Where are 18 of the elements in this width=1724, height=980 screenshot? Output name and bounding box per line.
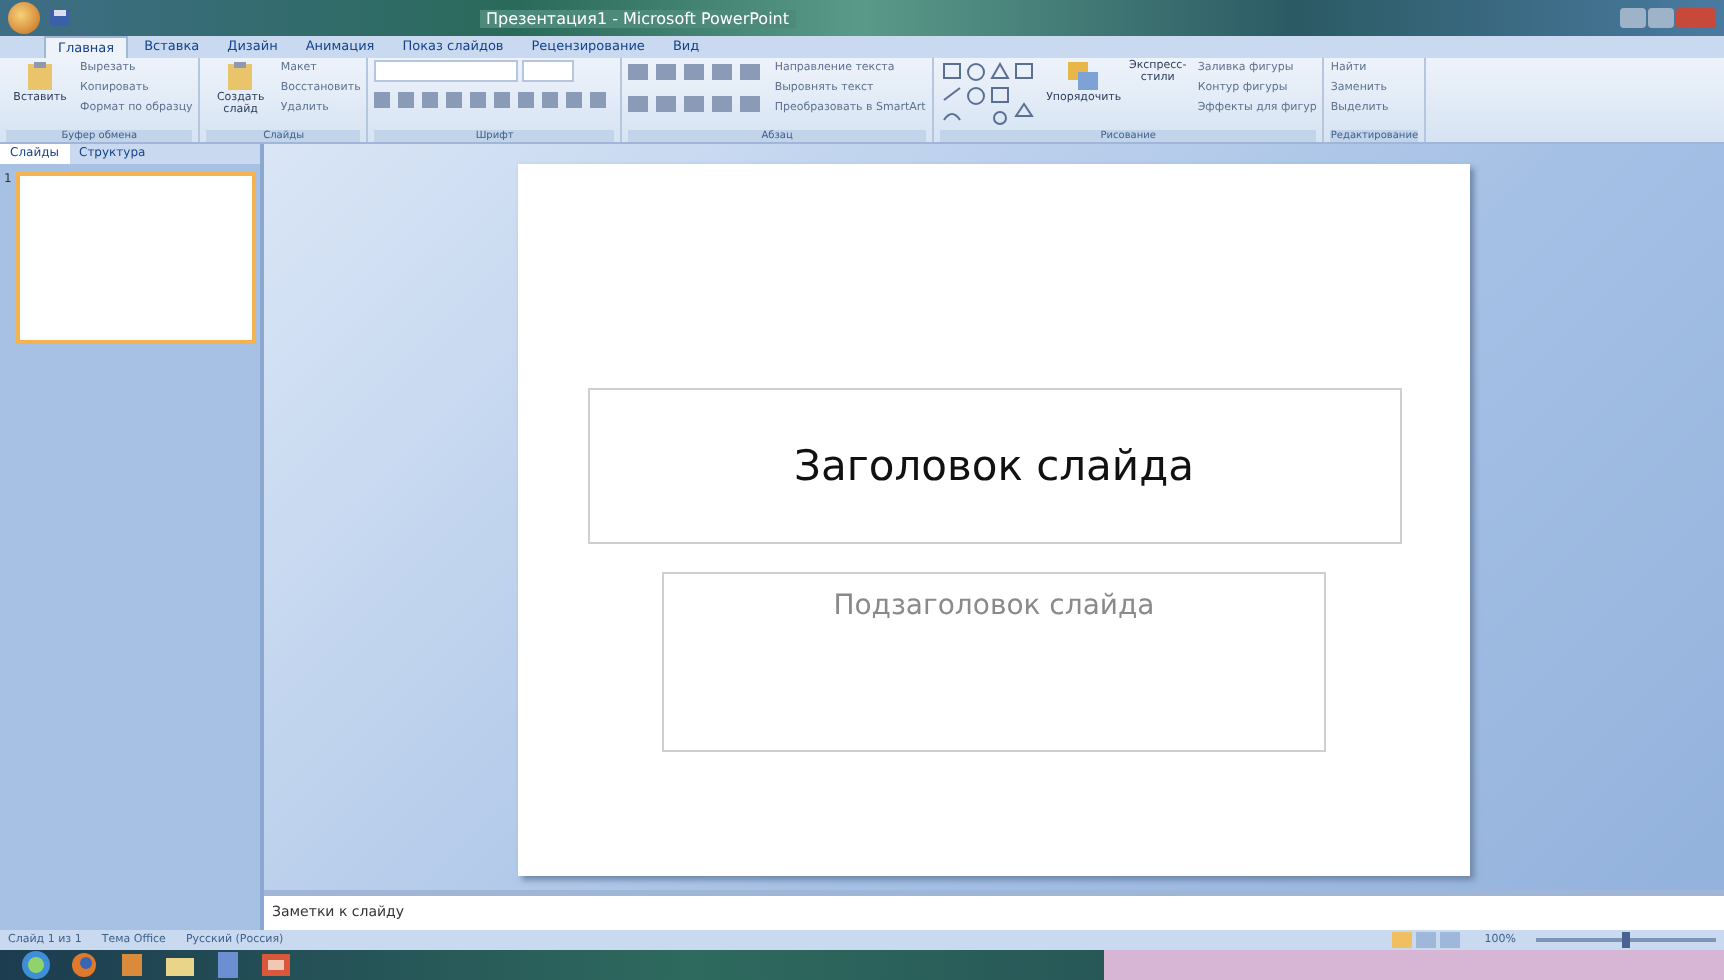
save-icon[interactable]: [48, 8, 72, 28]
clipboard-icon: [24, 60, 56, 92]
presentation-icon[interactable]: [256, 950, 296, 980]
font-size-field[interactable]: [522, 60, 575, 82]
start-button-icon[interactable]: [16, 950, 56, 980]
clipboard-icon: [224, 60, 257, 92]
title-placeholder[interactable]: Заголовок слайда: [587, 388, 1401, 544]
slider-thumb[interactable]: [1622, 932, 1630, 948]
arrange-icon: [1065, 60, 1102, 92]
subtitle-placeholder[interactable]: Подзаголовок слайда: [662, 572, 1326, 752]
view-buttons-icon[interactable]: [1392, 932, 1465, 948]
zoom-slider[interactable]: [1536, 932, 1716, 948]
slide-thumbnail[interactable]: [15, 172, 256, 344]
minimize-button[interactable]: [1620, 8, 1646, 28]
maximize-button[interactable]: [1648, 8, 1674, 28]
window-title: Презентация1 - Microsoft PowerPoint: [480, 9, 796, 27]
office-button[interactable]: [8, 2, 40, 34]
font-name-field[interactable]: [374, 60, 519, 82]
